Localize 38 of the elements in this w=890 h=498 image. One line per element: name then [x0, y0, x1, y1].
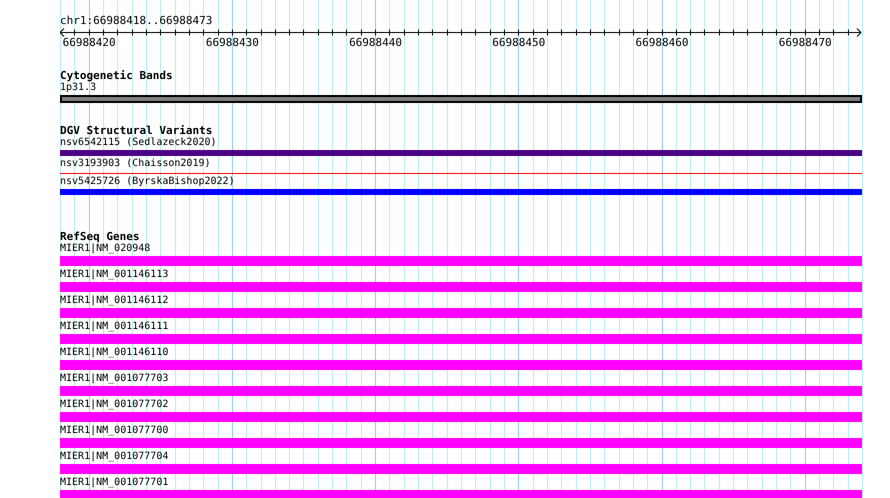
tick-label: 66988430: [206, 37, 259, 49]
feature-label: nsv5425726 (ByrskaBishop2022): [60, 176, 235, 188]
variant-bar[interactable]: [60, 150, 862, 156]
feature-label: nsv6542115 (Sedlazeck2020): [60, 137, 217, 149]
gene-bar[interactable]: [60, 282, 862, 292]
feature-label: MIER1|NM_001146111: [60, 321, 168, 333]
gene-bar[interactable]: [60, 386, 862, 396]
variant-bar[interactable]: [60, 189, 862, 195]
gene-bar[interactable]: [60, 490, 862, 498]
track-title: DGV Structural Variants: [60, 124, 212, 137]
tick-label: 66988450: [492, 37, 546, 49]
track-title: RefSeq Genes: [60, 230, 140, 243]
feature-label: MIER1|NM_001077701: [60, 477, 168, 489]
gene-bar[interactable]: [60, 360, 862, 370]
gene-bar[interactable]: [60, 412, 862, 422]
feature-label: MIER1|NM_001146113: [60, 269, 168, 281]
feature-label: MIER1|NM_001077704: [60, 451, 168, 463]
track-title: Cytogenetic Bands: [60, 69, 173, 82]
feature-label: MIER1|NM_020948: [60, 243, 150, 255]
feature-label: MIER1|NM_001077703: [60, 373, 168, 385]
feature-label: MIER1|NM_001146110: [60, 347, 168, 359]
feature-label: MIER1|NM_001077700: [60, 425, 168, 437]
feature-label: 1p31.3: [60, 82, 96, 94]
variant-line[interactable]: [60, 173, 862, 174]
feature-label: nsv3193903 (Chaisson2019): [60, 158, 211, 170]
gene-bar[interactable]: [60, 334, 862, 344]
feature-label: MIER1|NM_001146112: [60, 295, 168, 307]
cytoband-bar[interactable]: [60, 95, 862, 103]
tick-label: 66988460: [636, 37, 688, 49]
gene-bar[interactable]: [60, 438, 862, 448]
feature-label: MIER1|NM_001077702: [60, 399, 168, 411]
gene-bar[interactable]: [60, 256, 862, 266]
tick-label: 66988440: [349, 37, 402, 49]
gene-bar[interactable]: [60, 464, 862, 474]
tick-label: 66988420: [62, 37, 116, 49]
gene-bar[interactable]: [60, 308, 862, 318]
tick-label: 66988470: [778, 37, 832, 49]
coordinate-range: chr1:66988418..66988473: [60, 14, 212, 27]
